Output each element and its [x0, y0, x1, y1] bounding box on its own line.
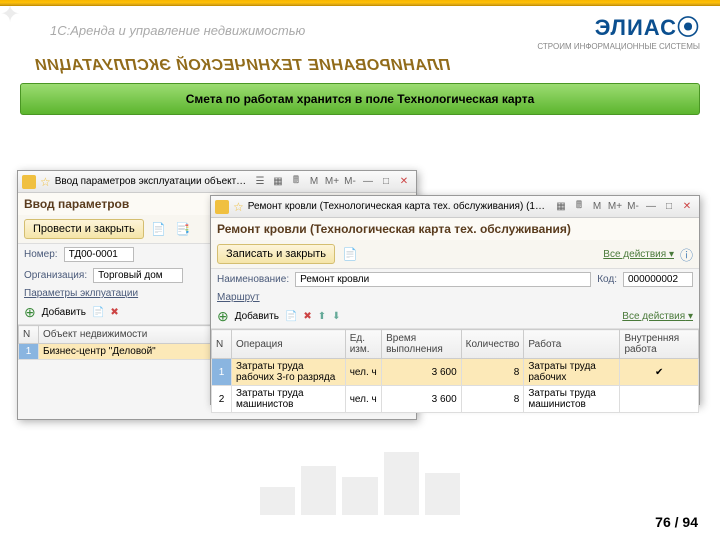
number-input[interactable]: [64, 247, 134, 262]
col-inner: Внутренняя работа: [620, 330, 699, 359]
all-actions-link[interactable]: Все действия ▾: [603, 249, 674, 260]
window-roof-repair: ☆ Ремонт кровли (Технологическая карта т…: [210, 195, 700, 405]
cell-work: Затраты труда рабочих: [524, 359, 620, 386]
number-label: Номер:: [24, 249, 58, 260]
window-title: Ввод параметров эксплуатации объектов ТД…: [55, 176, 248, 187]
titlebar[interactable]: ☆ Ввод параметров эксплуатации объектов …: [18, 171, 416, 193]
org-label: Организация:: [24, 270, 87, 281]
subtoolbar: ⊕ Добавить 📄 ✖ ⬆ ⬇ Все действия ▾: [211, 305, 699, 329]
info-banner: Смета по работам хранится в поле Техноло…: [20, 83, 700, 115]
field-row-name: Наименование: Код:: [211, 269, 699, 290]
post-and-close-button[interactable]: Провести и закрыть: [24, 219, 144, 239]
name-label: Наименование:: [217, 274, 289, 285]
col-operation: Операция: [232, 330, 346, 359]
cell-op: Затраты труда машинистов: [232, 386, 346, 413]
minimize-icon[interactable]: —: [360, 175, 376, 189]
table-row[interactable]: 1 Затраты труда рабочих 3-го разряда чел…: [212, 359, 699, 386]
add-label[interactable]: Добавить: [42, 307, 86, 318]
logo: ЭЛИАС⦿ СТРОИМ ИНФОРМАЦИОННЫЕ СИСТЕМЫ: [537, 10, 700, 51]
toolbar-icon[interactable]: 📄: [285, 311, 297, 322]
maximize-icon[interactable]: □: [661, 200, 677, 214]
col-work: Работа: [524, 330, 620, 359]
app-icon: [215, 200, 229, 214]
code-input[interactable]: [623, 272, 693, 287]
tb-btn-m[interactable]: M: [306, 175, 322, 189]
col-unit: Ед. изм.: [345, 330, 381, 359]
bg-watermark: [260, 445, 460, 515]
tb-btn-icon[interactable]: ▦: [553, 200, 569, 214]
add-icon[interactable]: ⊕: [24, 304, 36, 321]
cell-work: Затраты труда машинистов: [524, 386, 620, 413]
col-time: Время выполнения: [382, 330, 462, 359]
all-actions-link[interactable]: Все действия ▾: [622, 311, 693, 322]
cell-unit: чел. ч: [345, 386, 381, 413]
header: 1С:Аренда и управление недвижимостью ЭЛИ…: [0, 6, 720, 51]
add-icon[interactable]: ⊕: [217, 308, 229, 325]
save-and-close-button[interactable]: Записать и закрыть: [217, 244, 335, 264]
cell-inner-check[interactable]: [620, 386, 699, 413]
tb-btn-m[interactable]: M: [589, 200, 605, 214]
tb-btn-icon[interactable]: ▦: [270, 175, 286, 189]
code-label: Код:: [597, 274, 617, 285]
cell-inner-check[interactable]: ✔: [620, 359, 699, 386]
col-n: N: [212, 330, 232, 359]
help-icon[interactable]: ⓘ: [680, 245, 693, 264]
close-icon[interactable]: ✕: [679, 200, 695, 214]
tb-btn-mplus[interactable]: M+: [607, 200, 623, 214]
toolbar-icon[interactable]: 📄: [341, 245, 359, 263]
tb-btn-icon[interactable]: 🖩: [571, 200, 587, 214]
cell-qty: 8: [461, 386, 524, 413]
operations-table: N Операция Ед. изм. Время выполнения Кол…: [211, 329, 699, 413]
cell-unit: чел. ч: [345, 359, 381, 386]
tb-btn-icon[interactable]: 🖩: [288, 175, 304, 189]
logo-sub: СТРОИМ ИНФОРМАЦИОННЫЕ СИСТЕМЫ: [537, 42, 700, 51]
titlebar[interactable]: ☆ Ремонт кровли (Технологическая карта т…: [211, 196, 699, 218]
app-title: 1С:Аренда и управление недвижимостью: [50, 23, 305, 38]
delete-icon[interactable]: ✖: [303, 311, 311, 322]
maximize-icon[interactable]: □: [378, 175, 394, 189]
tb-btn-mminus[interactable]: M-: [625, 200, 641, 214]
col-qty: Количество: [461, 330, 524, 359]
window-title: Ремонт кровли (Технологическая карта тех…: [248, 201, 549, 212]
tb-btn-mplus[interactable]: M+: [324, 175, 340, 189]
add-label[interactable]: Добавить: [235, 311, 279, 322]
toolbar-icon[interactable]: 📄: [150, 220, 168, 238]
tab-route[interactable]: Маршрут: [211, 290, 699, 305]
org-input[interactable]: [93, 268, 183, 283]
toolbar-icon[interactable]: 📑: [174, 220, 192, 238]
star-icon[interactable]: ☆: [40, 175, 51, 189]
cell-time: 3 600: [382, 359, 462, 386]
logo-main: ЭЛИАС⦿: [537, 10, 700, 42]
tb-btn-mminus[interactable]: M-: [342, 175, 358, 189]
table-row[interactable]: 2 Затраты труда машинистов чел. ч 3 600 …: [212, 386, 699, 413]
star-icon[interactable]: ☆: [233, 200, 244, 214]
app-icon: [22, 175, 36, 189]
doc-title: Ремонт кровли (Технологическая карта тех…: [211, 218, 699, 240]
close-icon[interactable]: ✕: [396, 175, 412, 189]
tb-btn-icon[interactable]: ☰: [252, 175, 268, 189]
corner-decoration: ✦: [0, 0, 40, 30]
minimize-icon[interactable]: —: [643, 200, 659, 214]
col-n: N: [19, 326, 39, 344]
down-icon[interactable]: ⬇: [332, 311, 340, 322]
cell-op: Затраты труда рабочих 3-го разряда: [232, 359, 346, 386]
page-number: 76 / 94: [655, 514, 698, 530]
toolbar: Записать и закрыть 📄 Все действия ▾ ⓘ: [211, 240, 699, 269]
section-title: ПЛАНИРОВАНИЕ ТЕХНИЧЕСКОЙ ЭКСПЛУАТАЦИИ: [35, 57, 700, 75]
row-num[interactable]: 1: [19, 344, 39, 360]
delete-icon[interactable]: ✖: [110, 307, 118, 318]
cell-n: 1: [212, 359, 232, 386]
cell-time: 3 600: [382, 386, 462, 413]
cell-qty: 8: [461, 359, 524, 386]
up-icon[interactable]: ⬆: [318, 311, 326, 322]
name-input[interactable]: [295, 272, 591, 287]
cell-n: 2: [212, 386, 232, 413]
toolbar-icon[interactable]: 📄: [92, 307, 104, 318]
